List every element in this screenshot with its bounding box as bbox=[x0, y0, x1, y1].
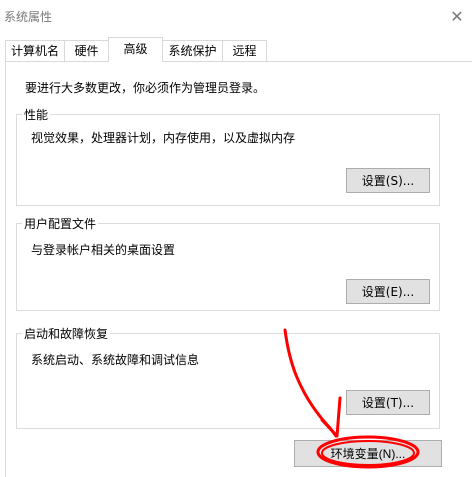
tab-advanced[interactable]: 高级 bbox=[108, 37, 163, 62]
red-annotation bbox=[283, 328, 420, 469]
tab-label: 高级 bbox=[123, 42, 148, 56]
annotation-arrowhead bbox=[320, 396, 342, 438]
annotation-circle-inner bbox=[321, 440, 415, 466]
annotation-arrow-line bbox=[283, 328, 338, 438]
